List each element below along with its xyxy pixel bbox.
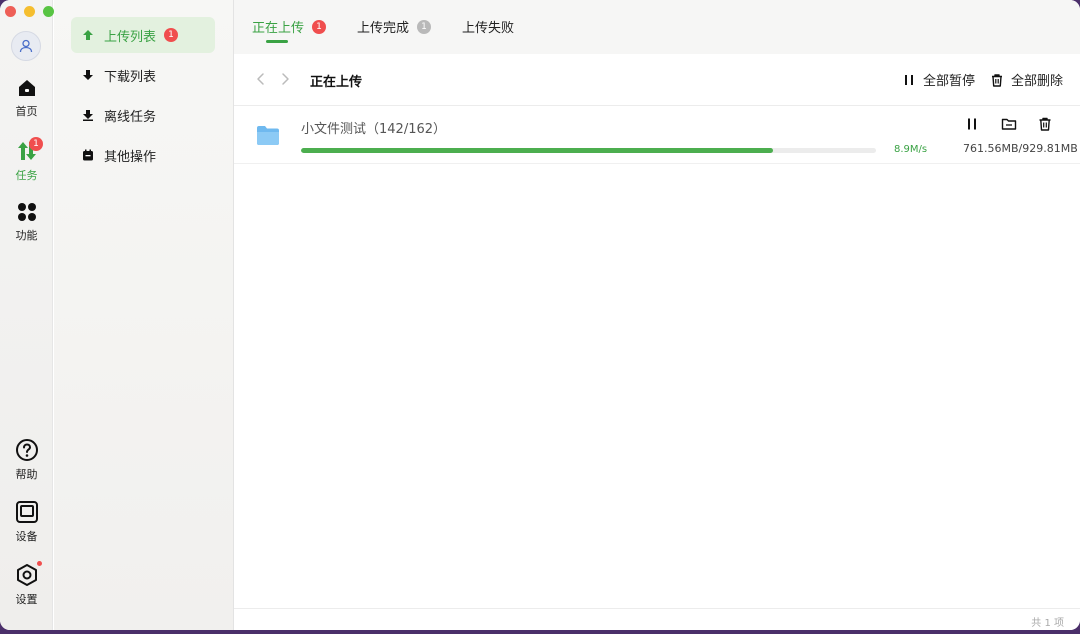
- settings-notification-dot: [37, 561, 42, 566]
- apps-icon: [17, 203, 36, 221]
- list-toolbar: 正在上传 全部暂停 全部删除: [234, 54, 1080, 106]
- upload-arrow-icon: [81, 28, 95, 42]
- download-arrow-icon: [81, 68, 95, 82]
- task-progress-bar: [301, 148, 876, 153]
- upload-list-badge: 1: [164, 28, 179, 42]
- delete-all-label: 全部删除: [1011, 74, 1064, 89]
- close-window-button[interactable]: [5, 6, 16, 17]
- minimize-window-button[interactable]: [24, 6, 35, 17]
- subnav-item-offline-tasks[interactable]: 离线任务: [71, 97, 215, 133]
- task-subnav: 上传列表 1 下载列表 离线任务 其他操作: [54, 0, 234, 630]
- rail-item-settings[interactable]: 设置: [0, 561, 53, 607]
- help-icon: [15, 439, 38, 461]
- window-controls: [5, 6, 54, 17]
- rail-item-help[interactable]: 帮助: [0, 438, 53, 482]
- subnav-item-other-actions[interactable]: 其他操作: [71, 137, 215, 173]
- rail-label-tasks: 任务: [15, 169, 38, 182]
- subnav-item-download-list[interactable]: 下载列表: [71, 57, 215, 93]
- subnav-label-other-actions: 其他操作: [104, 149, 157, 165]
- tab-upload-complete-label: 上传完成: [357, 21, 410, 36]
- tab-upload-failed[interactable]: 上传失败: [462, 17, 514, 36]
- page-title: 正在上传: [310, 75, 363, 90]
- task-name: 小文件测试（142/162）: [301, 122, 447, 137]
- offline-icon: [81, 108, 95, 122]
- app-rail: 首页 1 任务 功能 帮助 设备 设置: [0, 0, 54, 630]
- forward-arrow-icon[interactable]: [278, 72, 292, 86]
- rail-tasks-badge: 1: [29, 137, 43, 151]
- task-speed: 8.9M/s: [894, 144, 928, 155]
- rail-label-help: 帮助: [15, 468, 38, 481]
- device-icon: [15, 501, 38, 523]
- upload-tabs: 正在上传 1 上传完成 1 上传失败: [234, 0, 1080, 54]
- task-progress-fill: [301, 148, 773, 153]
- rail-item-home[interactable]: 首页: [0, 77, 53, 119]
- user-icon: [19, 39, 33, 53]
- pause-icon: [905, 74, 913, 85]
- rail-label-home: 首页: [15, 105, 38, 118]
- calendar-icon: [81, 148, 95, 162]
- delete-task-icon[interactable]: [1037, 116, 1053, 132]
- subnav-label-download-list: 下载列表: [104, 69, 157, 85]
- upload-task-row[interactable]: 小文件测试（142/162） 8.9M/s 761.56MB/929.81MB: [234, 107, 1080, 164]
- task-size: 761.56MB/929.81MB: [963, 142, 1078, 155]
- list-footer: 共 1 项: [234, 608, 1080, 630]
- open-folder-icon[interactable]: [1001, 116, 1017, 132]
- tab-uploading-label: 正在上传: [252, 21, 305, 36]
- tab-uploading-badge: 1: [312, 19, 327, 34]
- main-panel: 正在上传 1 上传完成 1 上传失败 正在上传 全部暂停 全部删除 小文件测试（…: [234, 0, 1080, 630]
- trash-icon: [992, 73, 1002, 87]
- pause-all-button[interactable]: 全部暂停: [902, 70, 975, 89]
- rail-label-settings: 设置: [15, 593, 38, 606]
- pause-all-label: 全部暂停: [923, 74, 976, 89]
- tab-uploading[interactable]: 正在上传 1: [252, 17, 327, 36]
- rail-item-features[interactable]: 功能: [0, 201, 53, 243]
- tab-upload-complete-badge: 1: [417, 19, 432, 34]
- pause-task-icon[interactable]: [964, 116, 980, 132]
- zoom-window-button[interactable]: [43, 6, 54, 17]
- settings-icon: [16, 564, 37, 586]
- active-tab-indicator: [266, 40, 288, 43]
- app-window: 首页 1 任务 功能 帮助 设备 设置 上传列表 1 下载列表 离线任务 其他操…: [0, 0, 1080, 630]
- rail-label-devices: 设备: [15, 530, 38, 543]
- rail-item-tasks[interactable]: 1 任务: [0, 137, 53, 183]
- delete-all-button[interactable]: 全部删除: [990, 70, 1063, 89]
- tab-upload-failed-label: 上传失败: [462, 21, 515, 36]
- home-icon: [18, 80, 35, 96]
- rail-label-features: 功能: [15, 229, 38, 242]
- subnav-label-offline-tasks: 离线任务: [104, 109, 157, 125]
- folder-icon: [257, 126, 279, 145]
- back-arrow-icon[interactable]: [254, 72, 268, 86]
- user-avatar[interactable]: [11, 31, 41, 61]
- item-count: 共 1 项: [1031, 618, 1064, 629]
- subnav-label-upload-list: 上传列表: [104, 29, 157, 45]
- tab-upload-complete[interactable]: 上传完成 1: [357, 17, 432, 36]
- rail-item-devices[interactable]: 设备: [0, 500, 53, 544]
- subnav-item-upload-list[interactable]: 上传列表 1: [71, 17, 215, 53]
